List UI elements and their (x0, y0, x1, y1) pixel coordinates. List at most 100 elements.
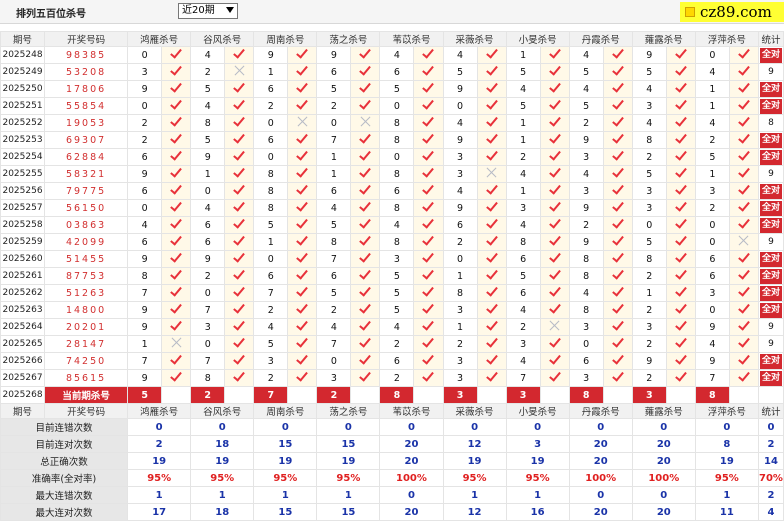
kill-value: 6 (379, 63, 415, 81)
check-icon (422, 81, 435, 93)
check-icon (422, 353, 435, 365)
check-icon (170, 47, 183, 59)
stats-label: 目前连对次数 (0, 435, 129, 453)
site-logo[interactable]: cz89.com (680, 2, 784, 22)
current-empty-cell (287, 386, 318, 404)
check-icon (674, 336, 687, 348)
row-stat: 9 (757, 318, 784, 336)
kill-value: 4 (568, 165, 604, 183)
kill-value: 1 (631, 284, 667, 302)
result-cell (602, 335, 633, 353)
kill-value: 4 (442, 46, 478, 64)
stats-value: 1 (442, 486, 507, 504)
row-stat: 8 (757, 114, 784, 132)
cross-icon (486, 167, 497, 178)
result-cell (476, 301, 507, 319)
kill-value: 4 (127, 216, 163, 234)
result-cell (728, 250, 759, 268)
kill-value: 3 (253, 352, 289, 370)
check-icon (233, 251, 246, 263)
kill-value: 2 (379, 335, 415, 353)
stats-value: 95% (190, 469, 255, 487)
check-icon (485, 81, 498, 93)
issue-number: 2025254 (0, 148, 46, 166)
result-cell (224, 165, 255, 183)
period-select[interactable]: 近20期 (178, 3, 238, 19)
result-cell (413, 335, 444, 353)
check-icon (296, 200, 309, 212)
check-icon (611, 166, 624, 178)
cross-icon (360, 116, 371, 127)
check-icon (611, 217, 624, 229)
check-icon (233, 81, 246, 93)
check-icon (296, 64, 309, 76)
result-cell (665, 46, 696, 64)
kill-value: 3 (442, 369, 478, 387)
kill-value: 5 (442, 63, 478, 81)
kill-value: 3 (190, 318, 226, 336)
stats-label: 目前连错次数 (0, 418, 129, 436)
result-cell (602, 216, 633, 234)
result-cell (224, 114, 255, 132)
kill-value: 9 (127, 318, 163, 336)
check-icon (359, 64, 372, 76)
kill-value: 7 (127, 284, 163, 302)
kill-value: 5 (190, 80, 226, 98)
result-cell (476, 80, 507, 98)
result-cell (602, 63, 633, 81)
stats-value: 100% (631, 469, 696, 487)
kill-value: 2 (505, 318, 541, 336)
result-cell (350, 165, 381, 183)
check-icon (359, 353, 372, 365)
check-icon (233, 302, 246, 314)
check-icon (485, 268, 498, 280)
row-stat: 9 (757, 233, 784, 251)
check-icon (548, 234, 561, 246)
check-icon (359, 285, 372, 297)
table-row: 2025248 98385 0 4 9 9 4 4 1 4 9 0 全对 (0, 46, 784, 64)
row-stat-value: 9 (768, 322, 774, 332)
result-cell (665, 284, 696, 302)
row-stat: 全对 (757, 97, 784, 115)
check-icon (485, 285, 498, 297)
check-icon (485, 234, 498, 246)
stats-value: 19 (442, 452, 507, 470)
top-bar: 排列五百位杀号 近20期 cz89.com (0, 0, 784, 24)
kill-value: 5 (505, 267, 541, 285)
check-icon (422, 149, 435, 161)
check-icon (485, 370, 498, 382)
stats-value: 0 (379, 486, 444, 504)
kill-value: 1 (694, 165, 730, 183)
result-cell (224, 267, 255, 285)
kill-value: 7 (190, 301, 226, 319)
row-stat: 全对 (757, 352, 784, 370)
check-icon (548, 268, 561, 280)
table-row: 2025256 79775 6 0 8 6 6 4 1 3 3 3 全对 (0, 182, 784, 200)
issue-number: 2025266 (0, 352, 46, 370)
row-stat: 全对 (757, 284, 784, 302)
result-cell (602, 352, 633, 370)
check-icon (233, 370, 246, 382)
current-empty-cell (665, 386, 696, 404)
kill-value: 7 (694, 369, 730, 387)
result-cell (539, 182, 570, 200)
kill-value: 5 (631, 233, 667, 251)
period-select-value: 近20期 (182, 5, 215, 16)
kill-value: 5 (568, 97, 604, 115)
kill-value: 6 (316, 267, 352, 285)
result-cell (161, 199, 192, 217)
kill-value: 5 (379, 301, 415, 319)
result-cell (476, 369, 507, 387)
draw-number: 51263 (44, 284, 129, 302)
issue-number: 2025264 (0, 318, 46, 336)
check-icon (233, 115, 246, 127)
result-cell (287, 63, 318, 81)
issue-number: 2025259 (0, 233, 46, 251)
check-icon (485, 98, 498, 110)
kill-value: 8 (631, 250, 667, 268)
stats-value: 16 (505, 503, 570, 521)
result-cell (476, 250, 507, 268)
result-cell (350, 352, 381, 370)
result-cell (728, 318, 759, 336)
kill-value: 8 (190, 369, 226, 387)
